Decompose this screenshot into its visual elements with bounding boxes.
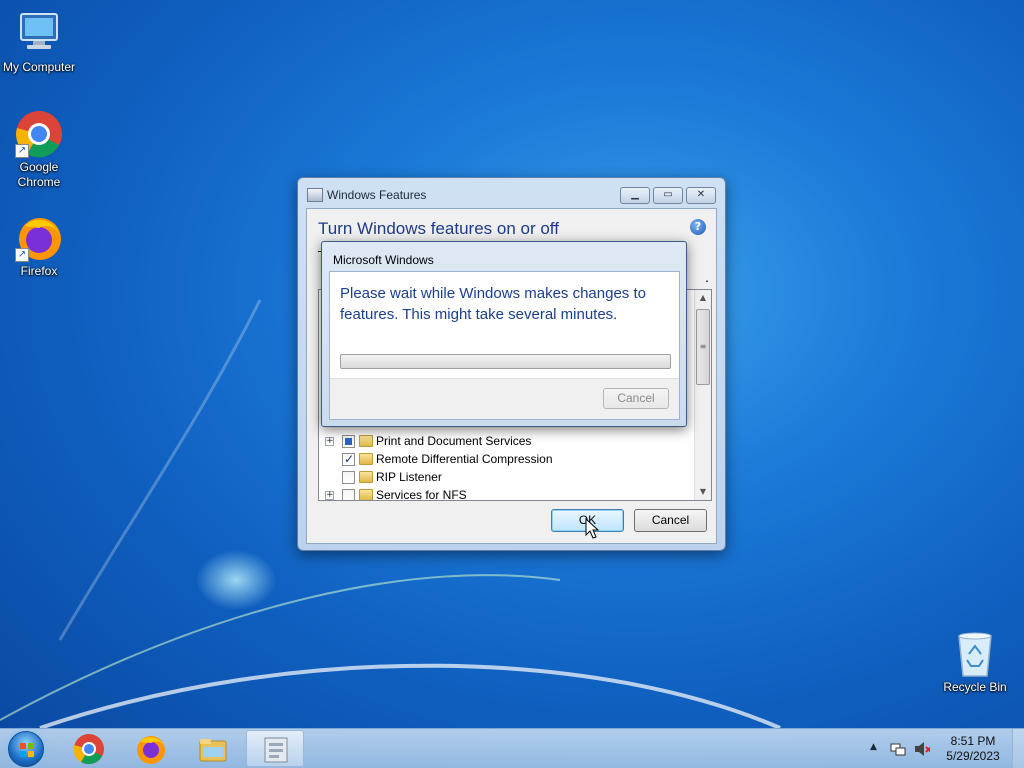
tree-item-rip-listener[interactable]: RIP Listener: [319, 468, 693, 486]
feature-checkbox[interactable]: [342, 452, 355, 466]
taskbar-file-explorer-button[interactable]: [184, 730, 242, 767]
taskbar-firefox-button[interactable]: [122, 730, 180, 767]
tree-item-remote-differential-compression[interactable]: Remote Differential Compression: [319, 450, 693, 468]
scroll-thumb[interactable]: ≡: [696, 309, 710, 385]
taskbar-chrome-button[interactable]: [60, 730, 118, 767]
dialog-cancel-button[interactable]: Cancel: [603, 388, 669, 409]
close-icon: ✕: [696, 189, 706, 200]
progress-dialog: Microsoft Windows Please wait while Wind…: [321, 241, 687, 427]
maximize-icon: ▭: [663, 189, 673, 200]
tree-item-label: Print and Document Services: [376, 434, 532, 448]
shortcut-arrow-icon: ↗: [15, 144, 29, 158]
tree-scrollbar[interactable]: ▲ ≡ ▼: [694, 290, 711, 500]
description-text-fragment: .: [705, 271, 709, 285]
minimize-icon: ▁: [631, 189, 639, 200]
dialog-footer: Cancel: [330, 378, 679, 419]
speaker-muted-icon[interactable]: [914, 741, 930, 757]
show-desktop-button[interactable]: [1012, 729, 1024, 768]
desktop-icon-label: Firefox: [20, 264, 58, 278]
tree-item-print-and-document-services[interactable]: + Print and Document Services: [319, 432, 693, 450]
windows-logo-icon: [20, 743, 34, 757]
windows-features-icon: [264, 737, 288, 763]
clock-time: 8:51 PM: [950, 734, 996, 748]
desktop-icon-label: Recycle Bin: [943, 680, 1007, 694]
feature-checkbox[interactable]: [342, 435, 355, 448]
chrome-icon: ↗: [15, 110, 63, 158]
maximize-button[interactable]: ▭: [653, 187, 683, 204]
dialog-message: Please wait while Windows makes changes …: [340, 285, 646, 323]
scroll-up-icon[interactable]: ▲: [695, 290, 711, 306]
feature-checkbox[interactable]: [342, 471, 355, 484]
show-hidden-icons-button[interactable]: ▲: [870, 742, 877, 752]
firefox-icon: [137, 736, 165, 764]
dialog-title: Microsoft Windows: [333, 253, 434, 267]
minimize-button[interactable]: ▁: [620, 187, 650, 204]
expand-icon[interactable]: +: [325, 491, 334, 500]
desktop-icon-label: Google Chrome: [17, 160, 61, 189]
desktop-icon-my-computer[interactable]: My Computer: [0, 10, 78, 75]
desktop-icon-recycle-bin[interactable]: Recycle Bin: [936, 630, 1014, 695]
file-explorer-icon: [199, 739, 227, 762]
folder-icon: [359, 471, 373, 483]
feature-checkbox[interactable]: [342, 489, 355, 500]
windows-features-app-icon: [307, 188, 323, 202]
cancel-button[interactable]: Cancel: [634, 509, 707, 532]
window-title: Windows Features: [327, 188, 427, 202]
tree-item-label: Remote Differential Compression: [376, 452, 553, 466]
taskbar: ▲ 8:51 PM 5/29/2023: [0, 728, 1024, 768]
desktop-icon-google-chrome[interactable]: ↗ Google Chrome: [0, 110, 78, 190]
network-icon[interactable]: [890, 741, 906, 757]
shortcut-arrow-icon: ↗: [15, 248, 29, 262]
folder-icon: [359, 453, 373, 465]
folder-icon: [359, 435, 373, 447]
mouse-cursor-icon: [585, 518, 599, 539]
recycle-bin-icon: [951, 630, 999, 678]
close-button[interactable]: ✕: [686, 187, 716, 204]
scroll-down-icon[interactable]: ▼: [695, 484, 711, 500]
progress-bar: [340, 354, 671, 369]
desktop-icon-label: My Computer: [2, 60, 76, 74]
computer-icon: [15, 10, 63, 58]
tree-item-label: Services for NFS: [376, 488, 467, 501]
chrome-icon: [73, 734, 104, 765]
desktop-icon-firefox[interactable]: ↗ Firefox: [0, 214, 78, 279]
clock-date: 5/29/2023: [946, 749, 1000, 763]
system-clock[interactable]: 8:51 PM 5/29/2023: [940, 734, 1006, 764]
page-title: Turn Windows features on or off: [318, 219, 559, 238]
tree-item-services-for-nfs[interactable]: + Services for NFS: [319, 486, 693, 501]
folder-icon: [359, 489, 373, 500]
tree-item-label: RIP Listener: [376, 470, 442, 484]
taskbar-windows-features-button[interactable]: [246, 730, 304, 767]
dialog-client-area: Please wait while Windows makes changes …: [329, 271, 680, 420]
firefox-icon: ↗: [15, 214, 63, 262]
start-button[interactable]: [8, 731, 44, 767]
help-icon[interactable]: ?: [690, 219, 706, 235]
expand-icon[interactable]: +: [325, 437, 334, 446]
